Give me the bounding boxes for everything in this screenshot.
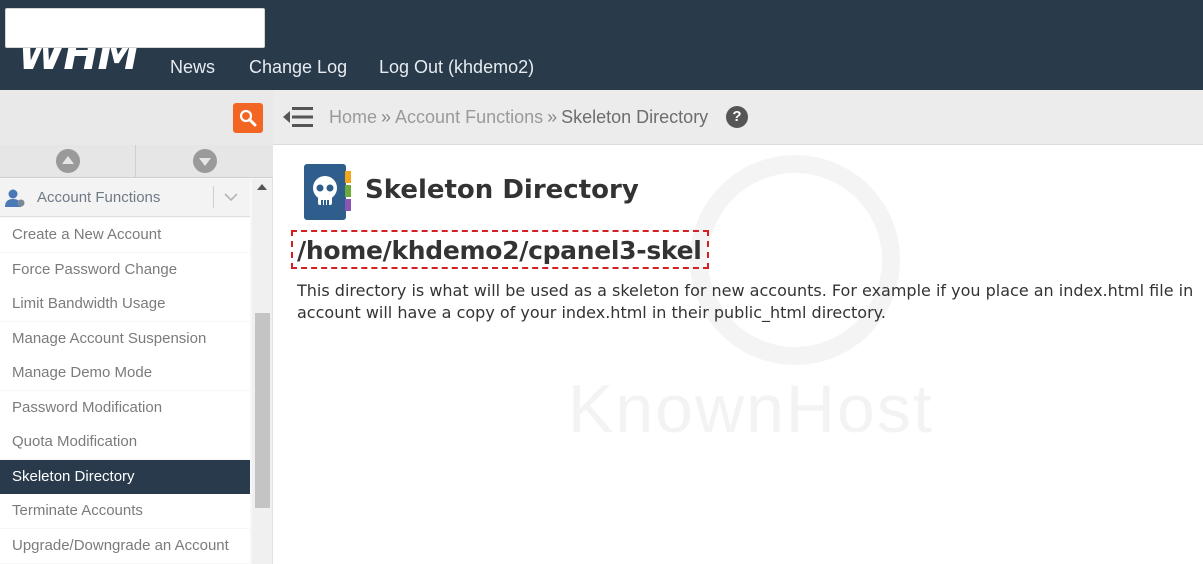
skull-book-icon <box>304 164 351 220</box>
search-button[interactable] <box>233 103 263 133</box>
description-line-2: account will have a copy of your index.h… <box>297 303 886 322</box>
sidebar-item-skeleton-directory[interactable]: Skeleton Directory <box>0 460 250 494</box>
sidebar-item-create-account[interactable]: Create a New Account <box>0 218 250 252</box>
hamburger-icon[interactable] <box>283 106 313 128</box>
nav-news-link[interactable]: News <box>170 54 215 80</box>
user-settings-icon <box>5 189 25 207</box>
description-line-1: This directory is what will be used as a… <box>297 281 1194 300</box>
breadcrumb: Home» Account Functions» Skeleton Director… <box>329 104 708 130</box>
watermark-text: KnownHost <box>568 371 934 447</box>
help-icon[interactable]: ? <box>726 106 748 128</box>
breadcrumb-home[interactable]: Home <box>329 107 377 127</box>
scrollbar-up-arrow[interactable] <box>257 184 267 190</box>
sidebar-item-upgrade-downgrade[interactable]: Upgrade/Downgrade an Account <box>0 529 250 563</box>
page-title: Skeleton Directory <box>365 175 639 205</box>
sidebar-item-quota-modification[interactable]: Quota Modification <box>0 425 250 459</box>
description-text: This directory is what will be used as a… <box>297 280 1203 324</box>
nav-change-log-link[interactable]: Change Log <box>249 54 347 80</box>
sidebar-scroll-controls <box>0 145 273 178</box>
sidebar-item-demo-mode[interactable]: Manage Demo Mode <box>0 356 250 390</box>
breadcrumb-separator: » <box>547 107 558 127</box>
watermark-logo <box>690 155 900 365</box>
skeleton-directory-path: /home/khdemo2/cpanel3-skel <box>297 236 702 265</box>
breadcrumb-account-functions[interactable]: Account Functions <box>395 107 543 127</box>
scroll-divider <box>135 145 136 178</box>
nav-log-out-link[interactable]: Log Out (khdemo2) <box>379 54 534 80</box>
sidebar-item-terminate-accounts[interactable]: Terminate Accounts <box>0 494 250 528</box>
sidebar-scrollbar-thumb[interactable] <box>255 313 270 508</box>
chevron-down-icon[interactable] <box>223 189 239 205</box>
sidebar-item-account-suspension[interactable]: Manage Account Suspension <box>0 322 250 356</box>
category-divider <box>213 186 214 208</box>
breadcrumb-separator: » <box>381 107 392 127</box>
search-input[interactable] <box>5 8 265 48</box>
scroll-down-button[interactable] <box>193 149 217 173</box>
sidebar-category-label: Account Functions <box>37 189 161 206</box>
sidebar-item-force-password-change[interactable]: Force Password Change <box>0 253 250 287</box>
sidebar-item-limit-bandwidth[interactable]: Limit Bandwidth Usage <box>0 287 250 321</box>
search-icon <box>239 109 257 127</box>
sidebar-item-password-modification[interactable]: Password Modification <box>0 391 250 425</box>
breadcrumb-current: Skeleton Directory <box>561 107 709 127</box>
scroll-up-button[interactable] <box>56 149 80 173</box>
